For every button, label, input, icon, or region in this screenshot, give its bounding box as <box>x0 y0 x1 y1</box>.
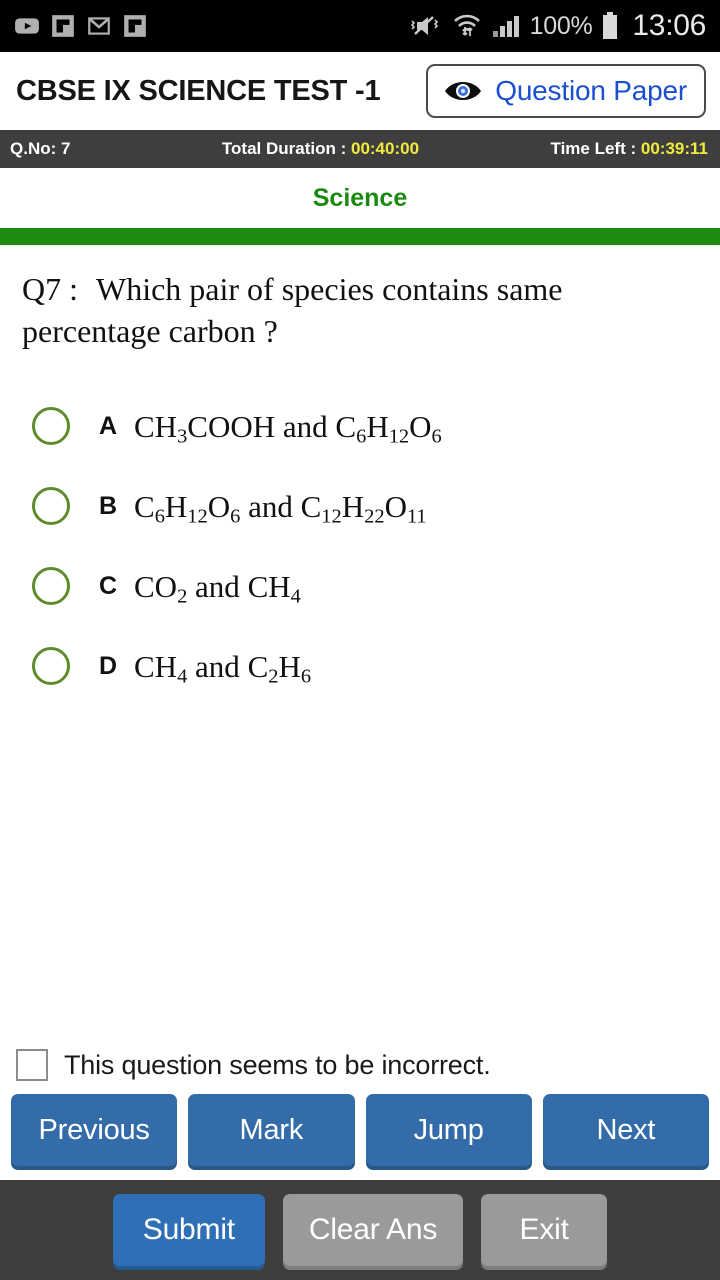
battery-percent-label: 100% <box>529 11 593 40</box>
eye-icon <box>445 82 482 100</box>
notification-icons <box>14 13 148 39</box>
system-status-icons: 100% 13:06 <box>409 9 706 43</box>
question-area: Q7 : Which pair of species contains same … <box>0 245 720 1036</box>
app-title-bar: CBSE IX SCIENCE TEST -1 Question Paper <box>0 52 720 130</box>
option-radio-b[interactable] <box>32 487 70 526</box>
wifi-transfer-icon <box>453 14 480 36</box>
subject-divider <box>0 228 720 245</box>
option-row-c[interactable]: C CO2 and CH4 <box>22 546 698 626</box>
cellular-signal-icon <box>492 16 519 37</box>
subject-name: Science <box>312 183 408 212</box>
timer-bar: Q.No: 7 Total Duration : 00:40:00 Time L… <box>0 130 720 168</box>
option-row-b[interactable]: B C6H12O6 and C12H22O11 <box>22 466 698 546</box>
report-question-checkbox[interactable] <box>16 1049 48 1081</box>
youtube-icon <box>15 18 39 34</box>
time-left-label: Time Left : <box>550 139 641 158</box>
subject-header: Science <box>0 168 720 228</box>
clear-answer-button[interactable]: Clear Ans <box>282 1194 464 1266</box>
time-left-display: Time Left : 00:39:11 <box>551 139 709 159</box>
submit-button[interactable]: Submit <box>112 1194 265 1266</box>
question-paper-label: Question Paper <box>495 75 687 106</box>
question-paper-button[interactable]: Question Paper <box>426 64 706 118</box>
total-duration-value: 00:40:00 <box>350 139 420 158</box>
exit-button[interactable]: Exit <box>481 1194 608 1266</box>
option-text: CO2 and CH4 <box>134 568 301 608</box>
option-row-d[interactable]: D CH4 and C2H6 <box>22 626 698 706</box>
footer-action-bar: Submit Clear Ans Exit <box>0 1180 720 1280</box>
status-clock: 13:06 <box>632 9 706 42</box>
question-number: Q7 : <box>22 271 78 307</box>
qno-value: 7 <box>61 139 71 158</box>
total-duration-display: Total Duration : 00:40:00 <box>70 139 550 159</box>
gmail-icon <box>88 17 110 35</box>
options-list: A CH3COOH and C6H12O6 B C6H12O6 and C12H22O… <box>22 386 698 706</box>
option-radio-d[interactable] <box>32 647 70 686</box>
jump-button[interactable]: Jump <box>365 1094 532 1166</box>
android-status-bar: 100% 13:06 <box>0 0 720 52</box>
qno-label: Q.No: <box>10 139 61 158</box>
battery-full-icon <box>603 12 618 39</box>
option-letter: B <box>98 491 118 520</box>
question-text-block: Q7 : Which pair of species contains same … <box>22 269 698 352</box>
previous-button[interactable]: Previous <box>11 1094 178 1166</box>
option-row-a[interactable]: A CH3COOH and C6H12O6 <box>22 386 698 466</box>
exam-app-screen: 100% 13:06 CBSE IX SCIENCE TEST -1 Quest… <box>0 0 720 1280</box>
mark-button[interactable]: Mark <box>188 1094 355 1166</box>
option-letter: A <box>98 411 118 440</box>
question-number-display: Q.No: 7 <box>10 139 70 159</box>
question-text: Which pair of species contains same perc… <box>22 271 563 349</box>
option-text: C6H12O6 and C12H22O11 <box>134 488 427 528</box>
option-text: CH3COOH and C6H12O6 <box>134 408 442 448</box>
time-left-value: 00:39:11 <box>640 139 708 158</box>
option-letter: D <box>98 651 118 680</box>
option-radio-a[interactable] <box>32 407 70 446</box>
option-letter: C <box>98 571 118 600</box>
report-question-row[interactable]: This question seems to be incorrect. <box>0 1036 720 1094</box>
page-title: CBSE IX SCIENCE TEST -1 <box>16 74 381 107</box>
navigation-buttons: Previous Mark Jump Next <box>0 1094 720 1180</box>
flipboard-icon <box>52 15 74 37</box>
volume-mute-vibrate-icon <box>410 16 438 35</box>
option-text: CH4 and C2H6 <box>134 648 312 688</box>
option-radio-c[interactable] <box>32 567 70 606</box>
next-button[interactable]: Next <box>542 1094 709 1166</box>
total-duration-label: Total Duration : <box>221 139 351 158</box>
report-question-label: This question seems to be incorrect. <box>64 1049 491 1080</box>
flipboard-icon-2 <box>124 15 146 37</box>
